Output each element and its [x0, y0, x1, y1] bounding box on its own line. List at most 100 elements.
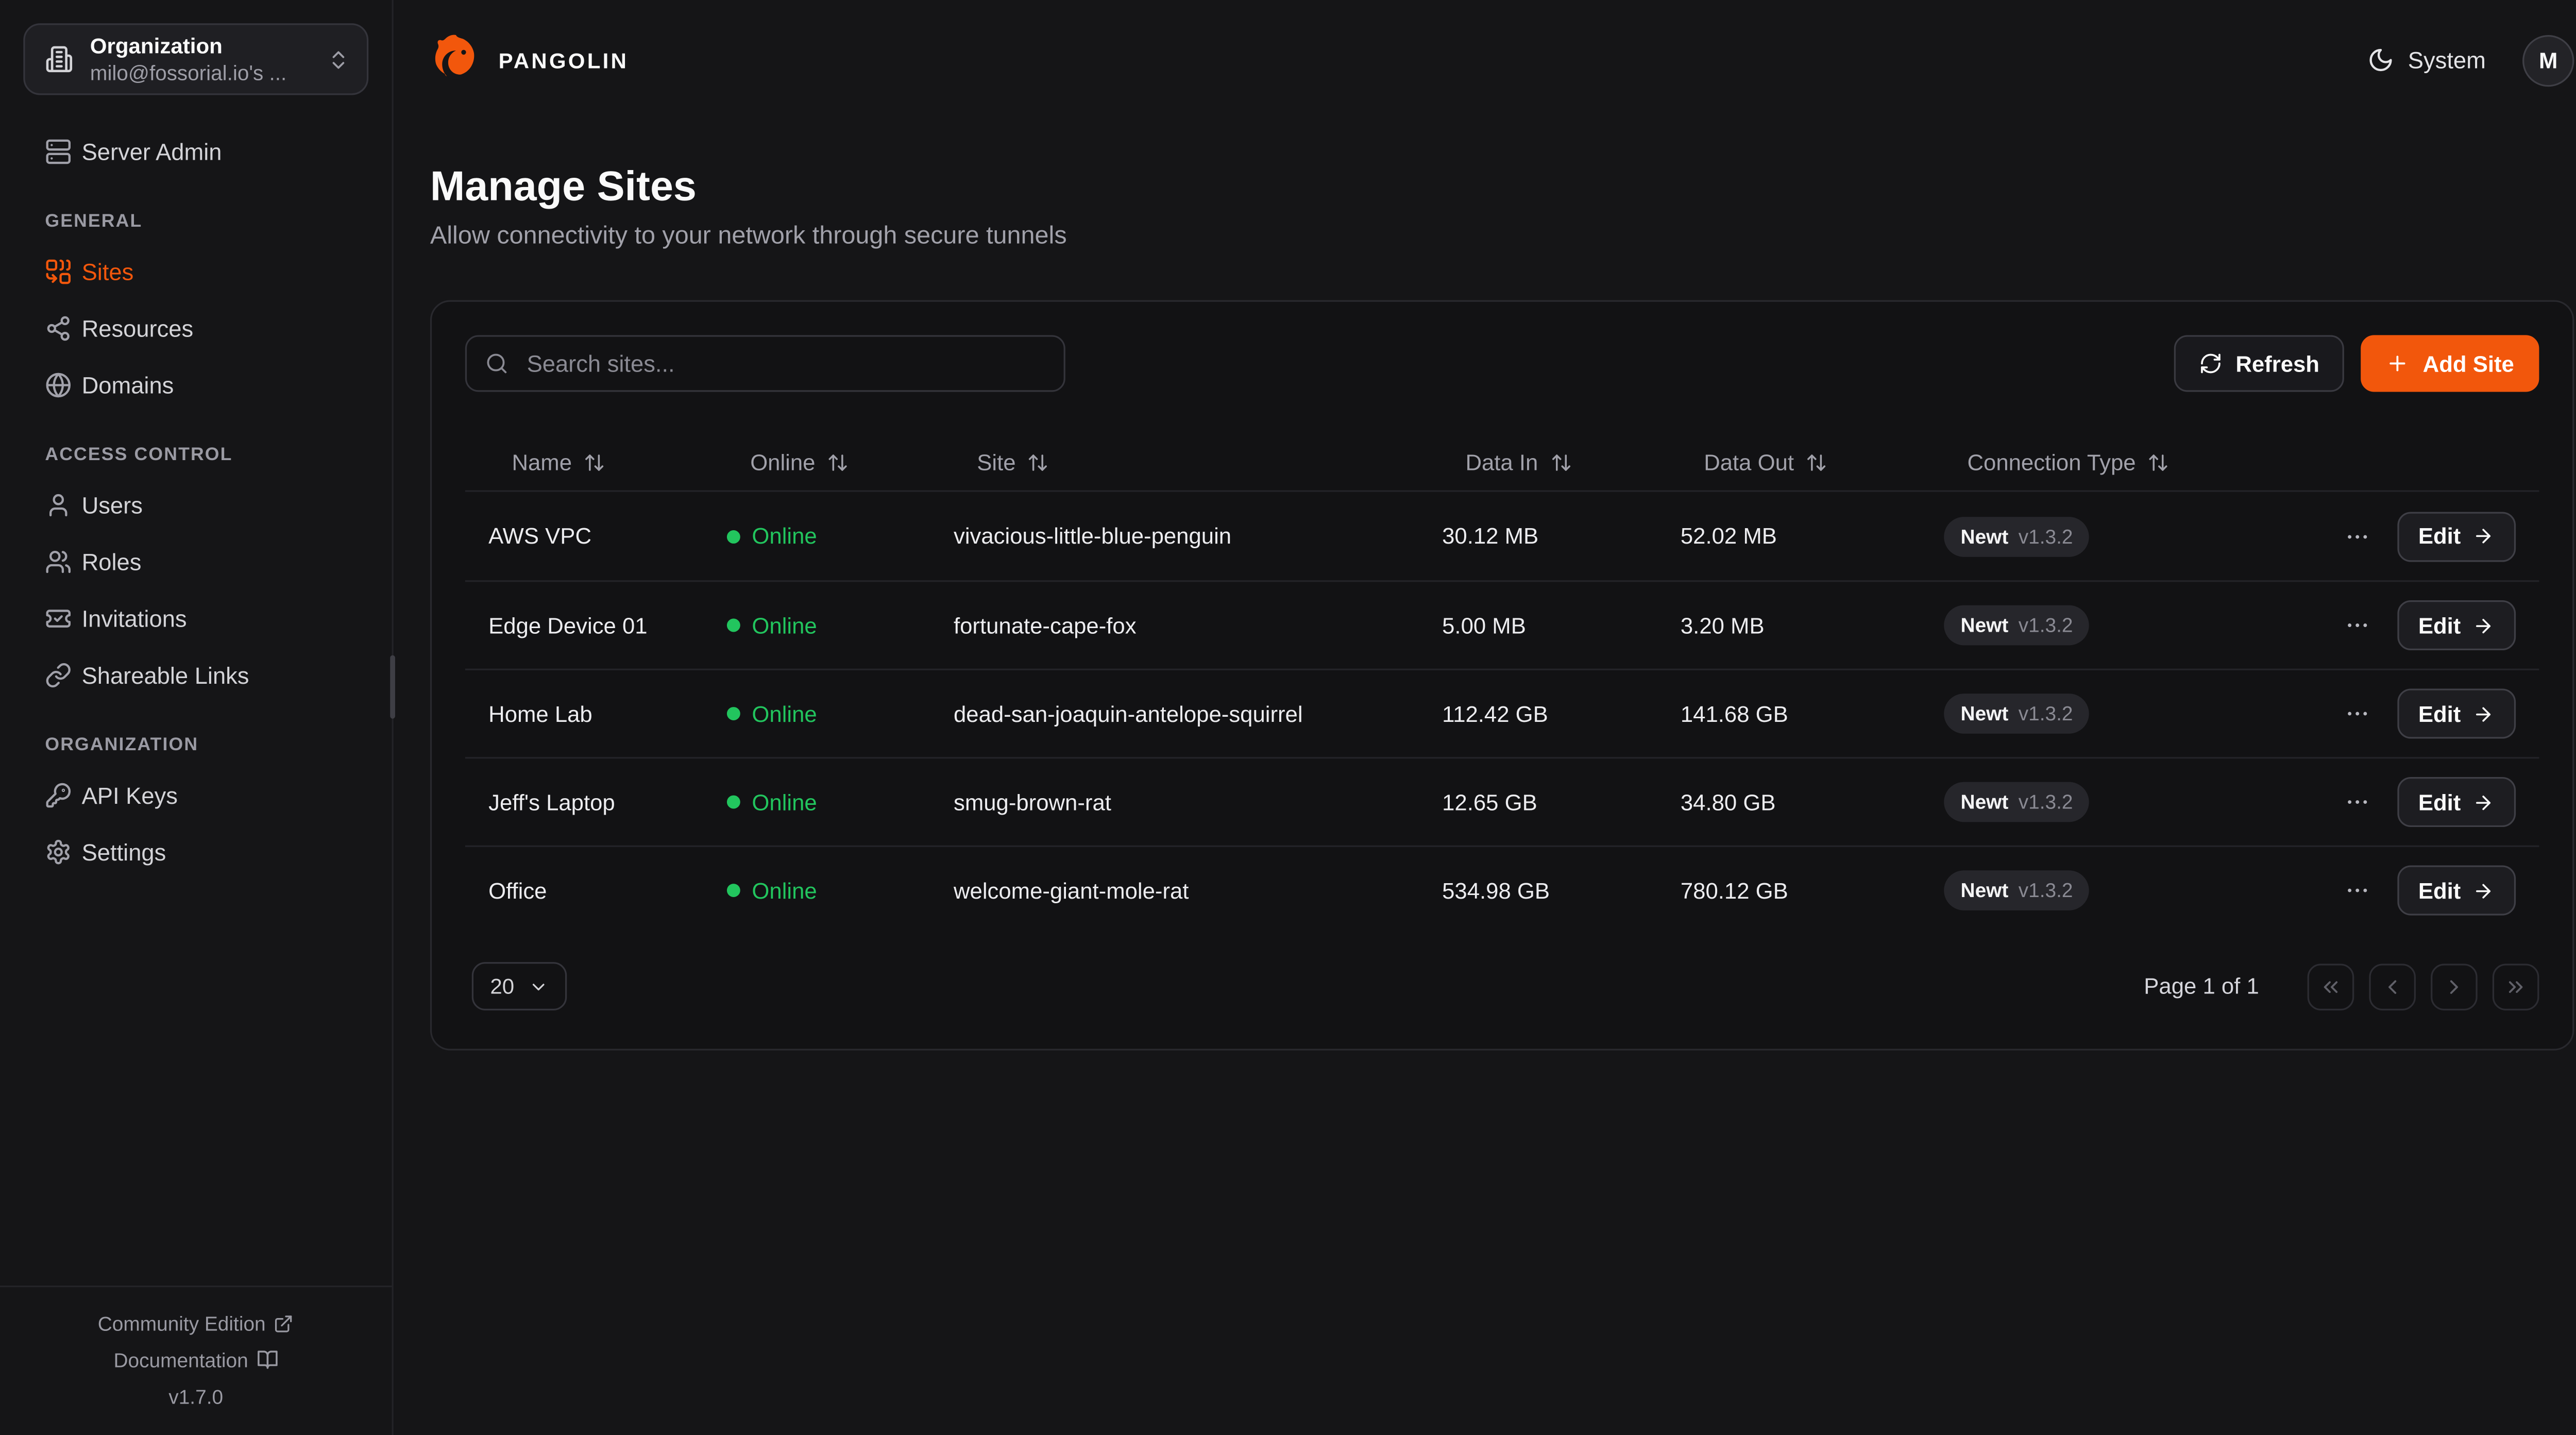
row-menu-button[interactable] [2343, 522, 2370, 549]
row-menu-button[interactable] [2343, 700, 2370, 727]
data-out: 52.02 MB [1681, 524, 1944, 549]
sidebar-item-api-keys[interactable]: API Keys [22, 775, 370, 816]
resources-icon [45, 315, 72, 342]
sidebar-item-label: Resources [82, 315, 194, 342]
search-input[interactable] [523, 348, 1045, 378]
community-edition-link[interactable]: Community Edition [0, 1305, 392, 1341]
key-icon [45, 782, 72, 809]
sidebar-footer: Community Edition Documentation v1.7.0 [0, 1285, 392, 1434]
sidebar-item-label: Settings [82, 839, 166, 866]
plus-icon [2386, 352, 2409, 375]
sidebar-scrollbar-thumb[interactable] [390, 655, 395, 719]
next-page-button[interactable] [2431, 963, 2478, 1010]
app-window: Organization milo@fossorial.io's ... Ser… [0, 0, 2576, 1435]
sort-icon [584, 451, 605, 472]
data-in: 112.42 GB [1442, 701, 1681, 727]
status-badge: Online [727, 524, 954, 549]
org-title: Organization [90, 32, 310, 58]
sidebar-item-label: Roles [82, 549, 142, 576]
documentation-label: Documentation [114, 1341, 248, 1378]
user-icon [45, 492, 72, 519]
sidebar-item-invitations[interactable]: Invitations [22, 599, 370, 639]
online-dot-icon [727, 884, 740, 897]
arrow-right-icon [2472, 525, 2494, 547]
content: Manage Sites Allow connectivity to your … [394, 120, 2576, 1051]
card-toolbar: Refresh Add Site [465, 335, 2539, 392]
connection-type-badge: Newtv1.3.2 [1944, 870, 2090, 910]
sort-icon [1806, 451, 1827, 472]
page-size-select[interactable]: 20 [472, 962, 568, 1010]
arrow-right-icon [2472, 703, 2494, 724]
sidebar-item-sites[interactable]: Sites [22, 252, 370, 292]
theme-toggle[interactable]: System [2368, 47, 2486, 74]
status-badge: Online [727, 613, 954, 638]
brand-name: PANGOLIN [499, 47, 629, 73]
prev-page-button[interactable] [2369, 963, 2416, 1010]
page-subtitle: Allow connectivity to your network throu… [430, 222, 2574, 251]
site-name: Jeff's Laptop [488, 789, 727, 815]
data-out: 141.68 GB [1681, 701, 1944, 727]
column-header-online[interactable]: Online [727, 449, 954, 475]
edit-button[interactable]: Edit [2397, 600, 2516, 650]
edit-button[interactable]: Edit [2397, 777, 2516, 827]
community-edition-label: Community Edition [98, 1305, 266, 1341]
column-header-data-in[interactable]: Data In [1442, 449, 1681, 475]
org-subtitle: milo@fossorial.io's ... [90, 61, 310, 86]
brand-logo-link[interactable]: PANGOLIN [430, 32, 629, 88]
users-icon [45, 549, 72, 576]
sidebar-item-label: Shareable Links [82, 662, 249, 689]
sort-icon [1027, 451, 1049, 472]
sort-icon [827, 451, 849, 472]
sidebar-item-users[interactable]: Users [22, 485, 370, 526]
page-title: Manage Sites [430, 165, 2574, 208]
row-menu-button[interactable] [2343, 789, 2370, 816]
connection-type-badge: Newtv1.3.2 [1944, 782, 2090, 822]
sidebar-item-roles[interactable]: Roles [22, 542, 370, 582]
avatar[interactable]: M [2522, 34, 2574, 86]
first-page-button[interactable] [2308, 963, 2354, 1010]
sort-icon [1550, 451, 1571, 472]
org-selector[interactable]: Organization milo@fossorial.io's ... [23, 23, 368, 95]
row-menu-button[interactable] [2343, 612, 2370, 639]
column-header-connection-type[interactable]: Connection Type [1944, 449, 2344, 475]
edit-button[interactable]: Edit [2397, 511, 2516, 561]
row-menu-button[interactable] [2343, 877, 2370, 904]
page-indicator: Page 1 of 1 [2144, 974, 2259, 999]
column-header-site[interactable]: Site [954, 449, 1442, 475]
online-dot-icon [727, 619, 740, 632]
add-site-button[interactable]: Add Site [2361, 335, 2539, 392]
site-slug: vivacious-little-blue-penguin [954, 524, 1442, 549]
table-row: Jeff's Laptop Online smug-brown-rat 12.6… [465, 757, 2539, 846]
documentation-link[interactable]: Documentation [0, 1341, 392, 1378]
refresh-icon [2199, 352, 2222, 375]
sidebar-item-label: Server Admin [82, 139, 222, 165]
column-header-data-out[interactable]: Data Out [1681, 449, 1944, 475]
topbar: PANGOLIN System M [394, 0, 2576, 120]
data-in: 5.00 MB [1442, 613, 1681, 638]
table-row: AWS VPC Online vivacious-little-blue-pen… [465, 492, 2539, 581]
online-dot-icon [727, 707, 740, 720]
refresh-button[interactable]: Refresh [2174, 335, 2345, 392]
edit-button[interactable]: Edit [2397, 688, 2516, 738]
sidebar-item-resources[interactable]: Resources [22, 309, 370, 349]
site-name: Office [488, 878, 727, 903]
online-dot-icon [727, 796, 740, 809]
site-slug: fortunate-cape-fox [954, 613, 1442, 638]
last-page-button[interactable] [2493, 963, 2539, 1010]
chevron-down-icon [529, 976, 549, 997]
data-out: 780.12 GB [1681, 878, 1944, 903]
column-header-name[interactable]: Name [488, 449, 727, 475]
data-in: 30.12 MB [1442, 524, 1681, 549]
sidebar: Organization milo@fossorial.io's ... Ser… [0, 0, 394, 1435]
sidebar-item-settings[interactable]: Settings [22, 832, 370, 872]
sidebar-item-shareable-links[interactable]: Shareable Links [22, 655, 370, 696]
building-icon [45, 45, 73, 73]
version-label: v1.7.0 [0, 1378, 392, 1415]
sidebar-item-domains[interactable]: Domains [22, 365, 370, 406]
arrow-right-icon [2472, 614, 2494, 636]
avatar-initial: M [2539, 47, 2557, 73]
edit-button[interactable]: Edit [2397, 865, 2516, 915]
data-out: 34.80 GB [1681, 789, 1944, 815]
chevrons-up-down-icon [327, 47, 350, 71]
sidebar-item-server-admin[interactable]: Server Admin [22, 132, 370, 172]
